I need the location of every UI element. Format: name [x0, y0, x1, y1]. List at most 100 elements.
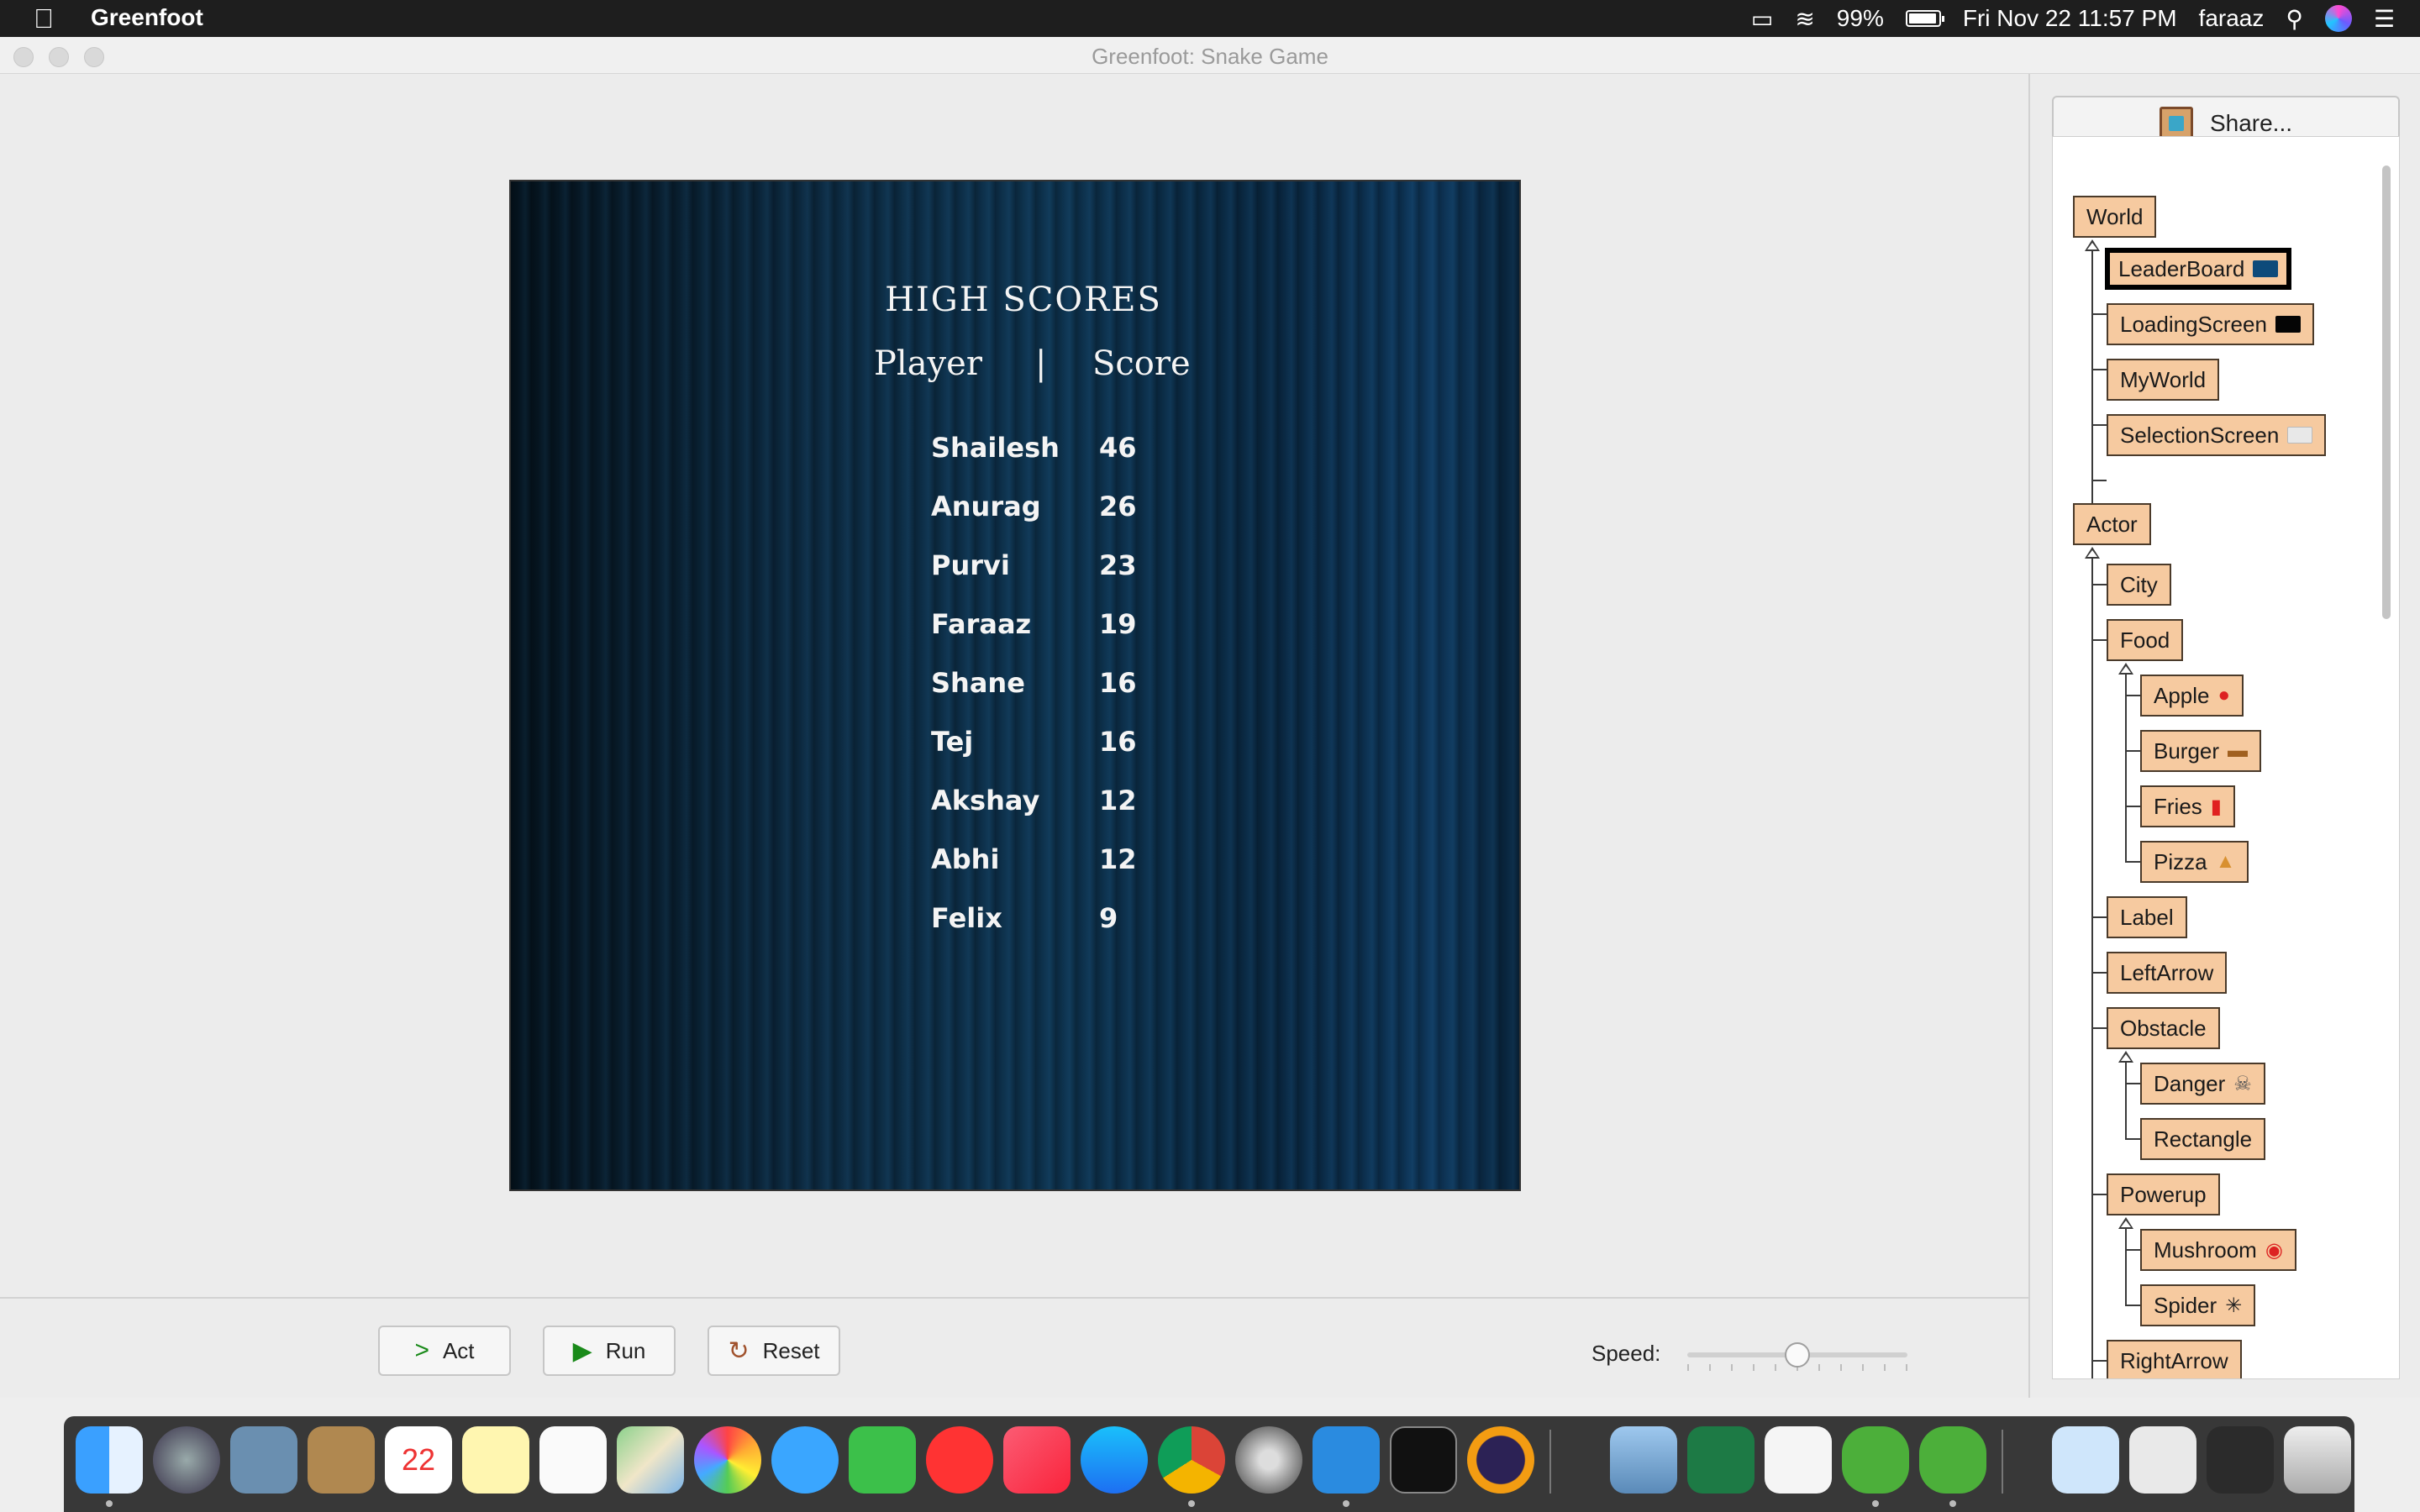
class-fries[interactable]: Fries ▮ [2140, 785, 2235, 827]
score-row: Faraaz 19 [931, 608, 1183, 650]
greenfoot-icon[interactable] [1842, 1426, 1909, 1494]
tree-line [2091, 1027, 2107, 1029]
title-bar[interactable]: Greenfoot: Snake Game [0, 37, 2420, 74]
notes-icon[interactable] [462, 1426, 529, 1494]
tree-line [2125, 675, 2127, 863]
excel-icon[interactable] [1687, 1426, 1754, 1494]
class-label: Label [2120, 904, 2174, 930]
reset-button[interactable]: ↻ Reset [708, 1326, 840, 1376]
play-icon: ▶ [572, 1336, 592, 1365]
battery-icon[interactable] [1905, 10, 1944, 27]
launchpad-icon[interactable] [153, 1426, 220, 1494]
mail-icon[interactable] [230, 1426, 297, 1494]
siri-icon[interactable] [2324, 5, 2352, 32]
app-store-icon[interactable] [1081, 1426, 1148, 1494]
class-selectionscreen[interactable]: SelectionScreen [2107, 414, 2327, 456]
class-diagram: World LeaderBoard LoadingScreen MyWorld … [2052, 136, 2400, 1379]
spotlight-search-icon[interactable]: ⚲ [2286, 5, 2303, 33]
dock-separator [2002, 1430, 2003, 1494]
class-world[interactable]: World [2073, 196, 2157, 238]
textedit-icon[interactable] [1765, 1426, 1832, 1494]
class-panel-scrollbar[interactable] [2375, 140, 2396, 1377]
tree-line [2125, 750, 2140, 752]
airplay-icon[interactable]: ▭ [1751, 5, 1773, 33]
score-row: Purvi 23 [931, 549, 1183, 591]
high-scores-title: HIGH SCORES [885, 281, 1162, 319]
class-mushroom[interactable]: Mushroom ◉ [2140, 1229, 2296, 1271]
tree-line [2091, 972, 2107, 974]
photos-icon[interactable] [694, 1426, 761, 1494]
class-city[interactable]: City [2107, 564, 2171, 606]
player-column-header: Player [874, 344, 982, 383]
class-danger[interactable]: Danger ☠ [2140, 1063, 2265, 1105]
apple-menu-icon[interactable]:  [34, 3, 54, 34]
vscode-icon[interactable] [1313, 1426, 1380, 1494]
speed-slider[interactable] [1687, 1342, 1907, 1371]
player-name: Abhi [931, 843, 1000, 875]
downloads-icon[interactable] [2052, 1426, 2119, 1494]
running-indicator [1949, 1500, 1956, 1507]
act-button[interactable]: > Act [378, 1326, 511, 1376]
class-spider[interactable]: Spider ✳ [2140, 1284, 2256, 1326]
reminders-icon[interactable] [539, 1426, 607, 1494]
chrome-icon[interactable] [1158, 1426, 1225, 1494]
speed-label: Speed: [1591, 1341, 1661, 1366]
mushroom-icon: ◉ [2265, 1238, 2283, 1262]
class-actor[interactable]: Actor [2073, 503, 2151, 545]
news-icon[interactable] [926, 1426, 993, 1494]
score-row: Felix 9 [931, 902, 1183, 944]
fries-icon: ▮ [2210, 795, 2222, 818]
preview-icon[interactable] [1610, 1426, 1677, 1494]
class-label: Burger [2154, 738, 2220, 764]
trash-icon[interactable] [2284, 1426, 2351, 1494]
player-score: 16 [1099, 726, 1137, 758]
class-pizza[interactable]: Pizza ▲ [2140, 841, 2249, 883]
calendar-icon[interactable]: 22 [385, 1426, 452, 1494]
class-burger[interactable]: Burger ▬ [2140, 730, 2262, 772]
status-area: ▭ ≋ 99% Fri Nov 22 11:57 PM faraaz ⚲ ☰ [1751, 0, 2395, 37]
class-myworld[interactable]: MyWorld [2107, 359, 2220, 401]
run-button[interactable]: ▶ Run [543, 1326, 676, 1376]
player-name: Akshay [931, 785, 1040, 816]
class-powerup[interactable]: Powerup [2107, 1173, 2220, 1215]
notification-center-icon[interactable]: ☰ [2374, 5, 2395, 33]
class-food[interactable]: Food [2107, 619, 2184, 661]
terminal-icon[interactable] [1390, 1426, 1457, 1494]
eclipse-icon[interactable] [1467, 1426, 1534, 1494]
minimized-window-icon[interactable] [2129, 1426, 2196, 1494]
share-label: Share... [2209, 110, 2293, 136]
panel-splitter[interactable] [2028, 74, 2030, 1398]
tree-line [2125, 1063, 2127, 1140]
user-menu[interactable]: faraaz [2199, 5, 2265, 32]
tree-line [2091, 1360, 2107, 1362]
facetime-icon[interactable] [849, 1426, 916, 1494]
class-leftarrow[interactable]: LeftArrow [2107, 952, 2228, 994]
maps-icon[interactable] [617, 1426, 684, 1494]
apple-icon: ● [2217, 684, 2231, 706]
class-loadingscreen[interactable]: LoadingScreen [2107, 303, 2314, 345]
world-canvas[interactable]: HIGH SCORES Player | Score Shailesh 46 A… [509, 180, 1521, 1191]
class-label: Actor [2086, 511, 2138, 537]
class-apple[interactable]: Apple ● [2140, 675, 2244, 717]
class-obstacle[interactable]: Obstacle [2107, 1007, 2220, 1049]
tree-line [2091, 639, 2107, 641]
class-label: Rectangle [2154, 1126, 2253, 1152]
app-menu[interactable]: Greenfoot [91, 4, 203, 31]
running-indicator [1872, 1500, 1879, 1507]
wifi-icon[interactable]: ≋ [1795, 5, 1814, 33]
scrollbar-thumb[interactable] [2382, 165, 2391, 619]
greenfoot-icon[interactable] [1919, 1426, 1986, 1494]
class-label-actor[interactable]: Label [2107, 896, 2187, 938]
contacts-icon[interactable] [308, 1426, 375, 1494]
messages-icon[interactable] [771, 1426, 839, 1494]
class-leaderboard[interactable]: LeaderBoard [2105, 248, 2292, 290]
class-rightarrow[interactable]: RightArrow [2107, 1340, 2242, 1378]
class-label: Danger [2154, 1070, 2226, 1096]
clock[interactable]: Fri Nov 22 11:57 PM [1963, 5, 2177, 32]
class-rectangle[interactable]: Rectangle [2140, 1118, 2266, 1160]
music-icon[interactable] [1003, 1426, 1071, 1494]
finder-icon[interactable] [76, 1426, 143, 1494]
system-preferences-icon[interactable] [1235, 1426, 1302, 1494]
minimized-window-icon[interactable] [2207, 1426, 2274, 1494]
speed-slider-thumb[interactable] [1785, 1342, 1810, 1368]
